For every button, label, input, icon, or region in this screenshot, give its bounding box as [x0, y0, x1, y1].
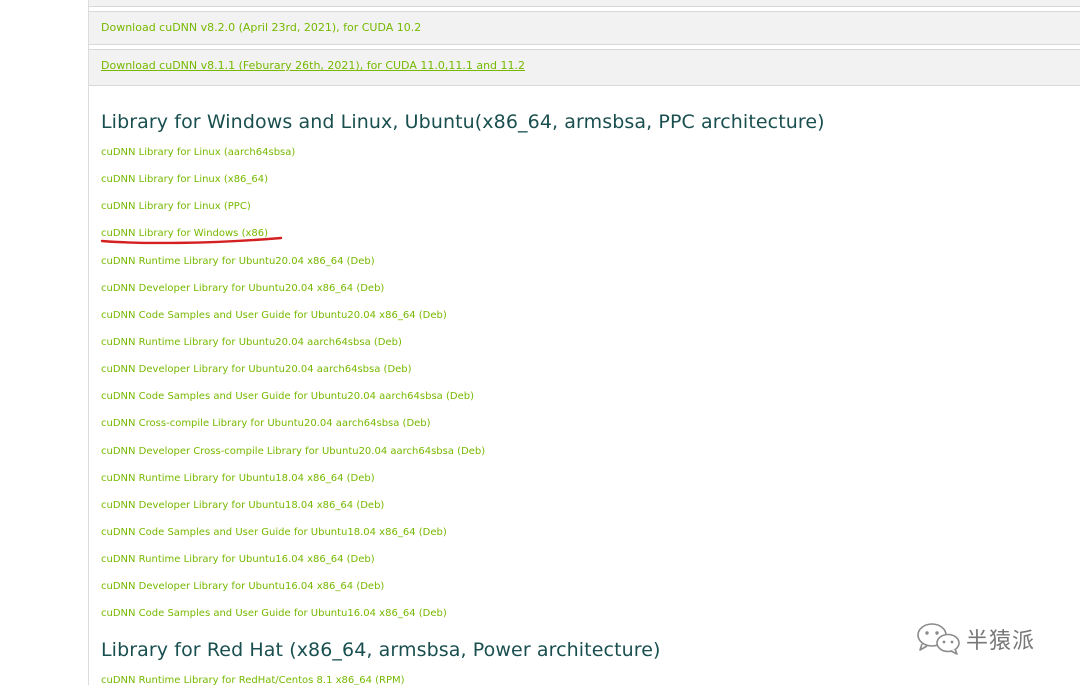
watermark-text: 半猿派: [966, 629, 1036, 654]
download-link-v820[interactable]: Download cuDNN v8.2.0 (April 23rd, 2021)…: [101, 21, 421, 34]
highlight-underline: [100, 236, 283, 245]
library-download-link[interactable]: cuDNN Library for Linux (aarch64sbsa): [101, 147, 295, 158]
library-download-link[interactable]: cuDNN Runtime Library for RedHat/Centos …: [101, 675, 405, 685]
library-download-link[interactable]: cuDNN Runtime Library for Ubuntu18.04 x8…: [101, 473, 375, 484]
library-download-link[interactable]: cuDNN Developer Library for Ubuntu18.04 …: [101, 500, 384, 511]
library-download-link[interactable]: cuDNN Library for Linux (x86_64): [101, 174, 268, 185]
library-download-link[interactable]: cuDNN Runtime Library for Ubuntu16.04 x8…: [101, 554, 375, 565]
library-download-link[interactable]: cuDNN Runtime Library for Ubuntu20.04 x8…: [101, 256, 375, 267]
section-title-windows-linux: Library for Windows and Linux, Ubuntu(x8…: [101, 111, 825, 133]
library-download-link[interactable]: cuDNN Runtime Library for Ubuntu20.04 aa…: [101, 337, 402, 348]
library-download-link[interactable]: cuDNN Code Samples and User Guide for Ub…: [101, 391, 474, 402]
library-download-link[interactable]: cuDNN Code Samples and User Guide for Ub…: [101, 310, 447, 321]
download-link-v811[interactable]: Download cuDNN v8.1.1 (Feburary 26th, 20…: [101, 59, 525, 72]
download-content: Download cuDNN v8.2.0 (April 23rd, 2021)…: [88, 0, 1080, 685]
library-download-link[interactable]: cuDNN Developer Library for Ubuntu16.04 …: [101, 581, 384, 592]
download-row-v820: Download cuDNN v8.2.0 (April 23rd, 2021)…: [89, 11, 1080, 45]
wechat-watermark: 半猿派: [914, 620, 1064, 656]
download-row-v811: Download cuDNN v8.1.1 (Feburary 26th, 20…: [89, 49, 1080, 86]
library-download-link[interactable]: cuDNN Code Samples and User Guide for Ub…: [101, 527, 447, 538]
library-download-link[interactable]: cuDNN Code Samples and User Guide for Ub…: [101, 608, 447, 619]
library-download-link[interactable]: cuDNN Developer Cross-compile Library fo…: [101, 446, 485, 457]
library-download-link[interactable]: cuDNN Library for Linux (PPC): [101, 201, 251, 212]
wechat-icon: [917, 623, 960, 655]
section-title-redhat: Library for Red Hat (x86_64, armsbsa, Po…: [101, 639, 661, 661]
library-download-link[interactable]: cuDNN Developer Library for Ubuntu20.04 …: [101, 283, 384, 294]
previous-download-row: [89, 0, 1080, 7]
library-download-link[interactable]: cuDNN Cross-compile Library for Ubuntu20…: [101, 418, 431, 429]
library-download-link[interactable]: cuDNN Developer Library for Ubuntu20.04 …: [101, 364, 412, 375]
